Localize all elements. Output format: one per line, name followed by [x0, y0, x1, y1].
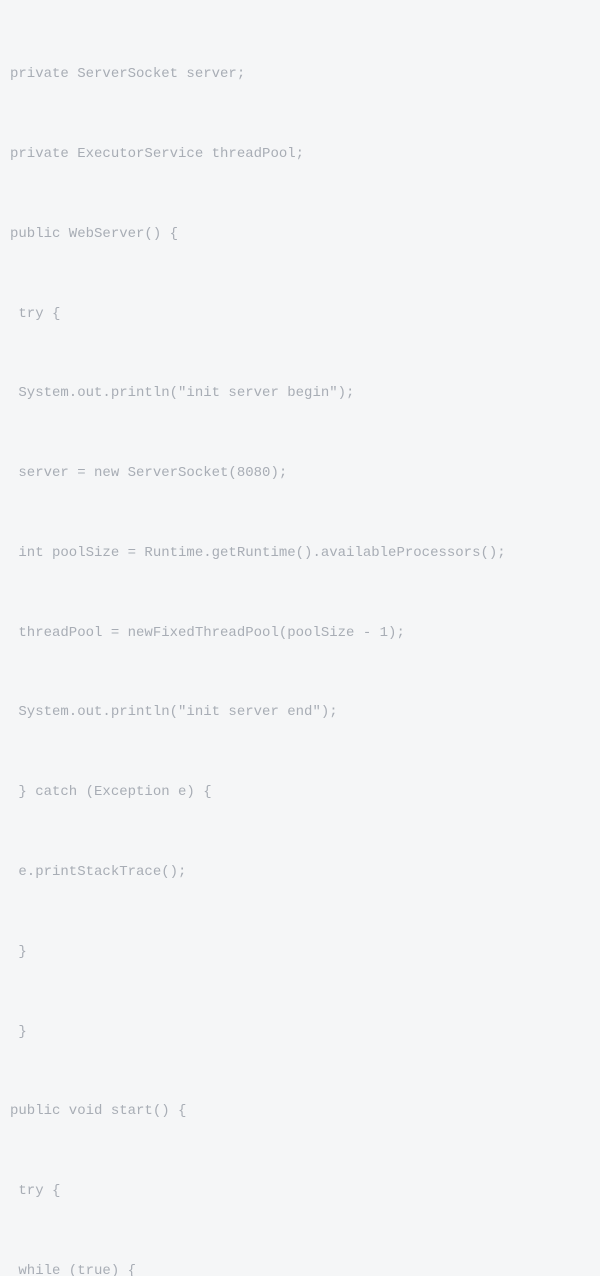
code-line: } catch (Exception e) { — [10, 779, 590, 806]
code-line: private ServerSocket server; — [10, 61, 590, 88]
code-line: e.printStackTrace(); — [10, 859, 590, 886]
code-block: private ServerSocket server; private Exe… — [10, 8, 590, 1276]
code-line: int poolSize = Runtime.getRuntime().avai… — [10, 540, 590, 567]
code-line: private ExecutorService threadPool; — [10, 141, 590, 168]
code-line: public WebServer() { — [10, 221, 590, 248]
code-line: try { — [10, 1178, 590, 1205]
code-line: System.out.println("init server begin"); — [10, 380, 590, 407]
code-line: threadPool = newFixedThreadPool(poolSize… — [10, 620, 590, 647]
code-line: public void start() { — [10, 1098, 590, 1125]
code-line: while (true) { — [10, 1258, 590, 1276]
code-line: } — [10, 1019, 590, 1046]
code-line: } — [10, 939, 590, 966]
code-line: try { — [10, 301, 590, 328]
code-line: System.out.println("init server end"); — [10, 699, 590, 726]
code-line: server = new ServerSocket(8080); — [10, 460, 590, 487]
